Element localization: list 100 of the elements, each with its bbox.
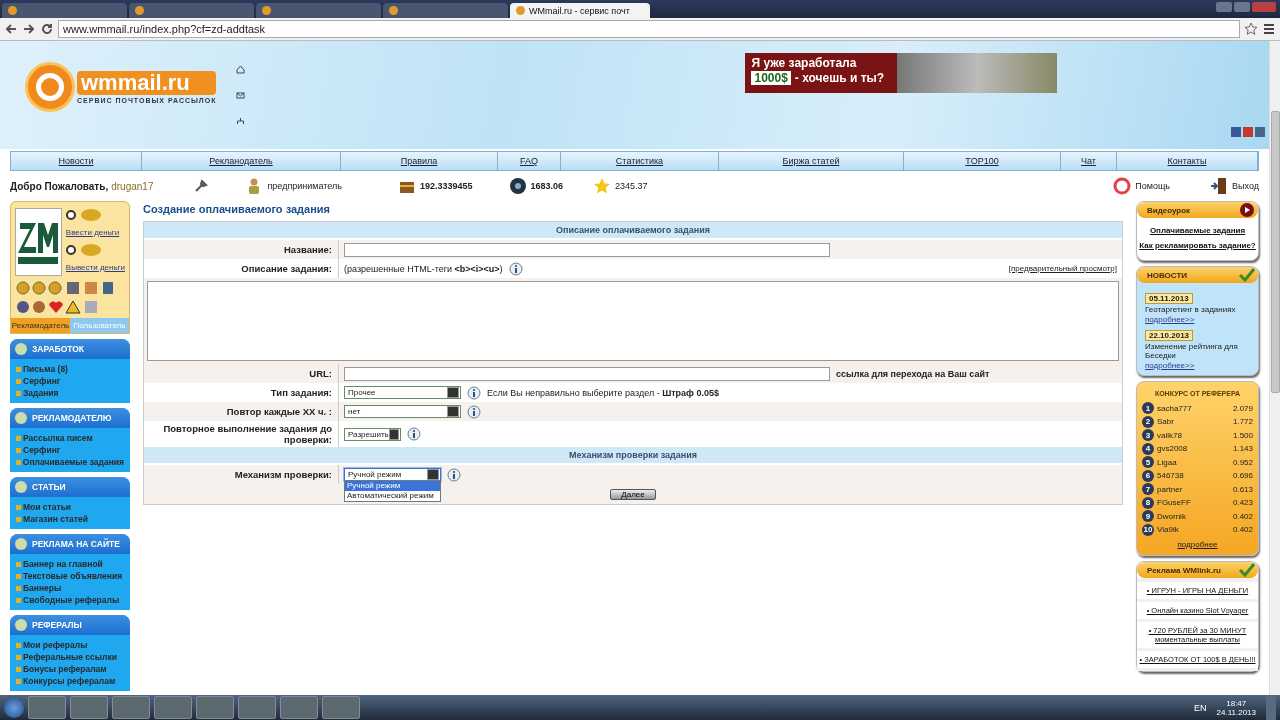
rank-badge: 1	[1142, 402, 1154, 415]
rank-badge: 3	[1142, 429, 1154, 442]
contest-name: sacha777	[1157, 403, 1193, 413]
balance-value: 192.3339455	[420, 181, 473, 191]
contest-score: 1.772	[1232, 417, 1253, 427]
news-date: 05.11.2013	[1145, 293, 1193, 304]
nav-link[interactable]: FAQ	[498, 152, 561, 170]
contest-name: Ligaa	[1157, 457, 1178, 467]
nav-link[interactable]: Правила	[341, 152, 498, 170]
contest-score: 2.079	[1232, 403, 1253, 413]
menu-heading: РЕКЛАМОДАТЕЛЮ	[32, 413, 112, 423]
help-link[interactable]: Помощь	[1135, 181, 1171, 191]
field-label: URL:	[309, 368, 332, 379]
menu-heading: РЕФЕРАЛЫ	[32, 620, 82, 630]
video-link[interactable]: Оплачиваемые задания	[1149, 226, 1246, 235]
news-date: 22.10.2013	[1145, 330, 1194, 341]
more-link[interactable]: подробнее	[1142, 540, 1253, 549]
clock[interactable]: 18:47 24.11.2013	[1216, 698, 1256, 717]
section-heading: Описание оплачиваемого задания	[144, 222, 1122, 238]
menu-item[interactable]: Конкурсы рефералам	[10, 675, 130, 687]
dropdown-select[interactable]: Прочее	[344, 386, 461, 399]
nav-link[interactable]: TOP100	[904, 152, 1061, 170]
contest-name: Dwornik	[1157, 511, 1187, 521]
rating-value: 2345.37	[615, 181, 648, 191]
news-text: Геотаргетинг в заданиях	[1145, 305, 1237, 314]
menu-item[interactable]: Бонусы рефералам	[10, 663, 130, 675]
field-label: Описание задания:	[241, 263, 332, 274]
field-note: ссылка для перехода на Ваш сайт	[836, 368, 990, 379]
rank-badge: 4	[1142, 442, 1154, 455]
nav-link[interactable]: Новости	[11, 152, 142, 170]
contest-name: gvs2008	[1157, 444, 1189, 454]
dropdown-option[interactable]: Ручной режим	[345, 481, 440, 491]
language-indicator[interactable]: EN	[1194, 702, 1207, 713]
field-label: Механизм проверки:	[234, 469, 332, 480]
menu-item[interactable]: Серфинг	[10, 444, 130, 456]
menu-item[interactable]: Задания	[10, 387, 130, 399]
next-button[interactable]: Далее	[610, 488, 656, 500]
box-heading: Видеоурок	[1147, 205, 1191, 215]
more-link[interactable]: подробнее>>	[1145, 361, 1250, 370]
menu-item[interactable]: Серфинг	[10, 375, 130, 387]
dropdown-option[interactable]: Автоматический режим	[345, 491, 440, 501]
welcome-text: Добро Пожаловать,	[10, 180, 109, 192]
contest-name: Vla9ik	[1157, 525, 1180, 535]
role-tab[interactable]: Рекламодатель	[11, 318, 70, 333]
field-label: Название:	[284, 244, 332, 255]
menu-item[interactable]: Свободные рефералы	[10, 594, 130, 606]
allowed-tags-hint: (разрешенные HTML-теги <b><i><u>)	[344, 263, 503, 274]
section-heading: Механизм проверки задания	[144, 447, 1122, 463]
rank-badge: 7	[1142, 483, 1154, 496]
rank-badge: 9	[1142, 510, 1154, 523]
logout-link[interactable]: Выход	[1232, 181, 1259, 191]
news-text: Изменение рейтинга для Беседки	[1145, 342, 1239, 360]
menu-item[interactable]: Письма (8)	[10, 363, 130, 375]
contest-score: 0.952	[1232, 457, 1253, 467]
dropdown-select[interactable]: нет	[344, 405, 461, 418]
penalty-note: Если Вы неправильно выберите раздел - Штраф 0.05$	[487, 387, 719, 398]
nav-link[interactable]: Биржа статей	[719, 152, 904, 170]
more-link[interactable]: подробнее>>	[1145, 315, 1250, 324]
contest-name: valik78	[1157, 430, 1183, 440]
contest-name: Sabr	[1157, 417, 1175, 427]
nav-link[interactable]: Контакты	[1117, 152, 1258, 170]
rank-badge: 10	[1142, 523, 1154, 536]
contest-score: 0.423	[1232, 498, 1253, 508]
nav-link[interactable]: Статистика	[561, 152, 719, 170]
field-label: Повтор каждые XX ч. :	[226, 406, 332, 417]
nav-link[interactable]: Рекланодатель	[142, 152, 341, 170]
rank-badge: 8	[1142, 496, 1154, 509]
contest-score: 0.402	[1232, 511, 1253, 521]
nav-link[interactable]: Чат	[1061, 152, 1117, 170]
address-bar[interactable]: www.wmmail.ru/index.php?cf=zd-addtask	[58, 20, 1240, 38]
contest-score: 0.402	[1232, 525, 1253, 535]
menu-item[interactable]: Магазин статей	[10, 513, 130, 525]
menu-item[interactable]: Баннеры	[10, 582, 130, 594]
contest-name: 546738	[1157, 471, 1185, 481]
dropdown-select[interactable]: Разрешить	[344, 427, 401, 441]
menu-item[interactable]: Мои рефералы	[10, 639, 130, 651]
rank-badge: 2	[1142, 415, 1154, 428]
video-link[interactable]: Как рекламировать задание?	[1139, 241, 1256, 250]
preview-link[interactable]: [предварительный просмотр]	[1008, 264, 1117, 273]
ad-banner[interactable]: Я уже заработала 1000$ - хочешь и ты?	[745, 53, 1058, 93]
menu-item[interactable]: Оплачиваемые задания	[10, 456, 130, 468]
contest-score: 0.696	[1232, 471, 1253, 481]
user-status: предприниматель	[267, 181, 342, 191]
withdraw-link[interactable]: Вывести деньги	[65, 263, 125, 272]
menu-heading: РЕКЛАМА НА САЙТЕ	[32, 539, 120, 549]
field-label: Повторное выполнение задания до проверки:	[162, 423, 332, 445]
username-link[interactable]: drugan17	[111, 180, 154, 192]
menu-heading: ЗАРАБОТОК	[32, 344, 85, 354]
menu-item[interactable]: Рассылка писем	[10, 432, 130, 444]
menu-item[interactable]: Реферальные ссылки	[10, 651, 130, 663]
menu-heading: СТАТЬИ	[32, 482, 66, 492]
rank-badge: 6	[1142, 469, 1154, 482]
contest-score: 1.143	[1232, 444, 1253, 454]
menu-item[interactable]: Текстовые объявления	[10, 570, 130, 582]
deposit-link[interactable]: Ввести деньги	[65, 228, 125, 237]
contest-name: FGuseFF	[1157, 498, 1192, 508]
browser-tab[interactable]: WMmail.ru - сервис почт	[510, 3, 650, 18]
page-title: Создание оплачиваемого задания	[143, 202, 331, 217]
menu-item[interactable]: Баннер на главной	[10, 558, 130, 570]
menu-item[interactable]: Мои статьи	[10, 501, 130, 513]
